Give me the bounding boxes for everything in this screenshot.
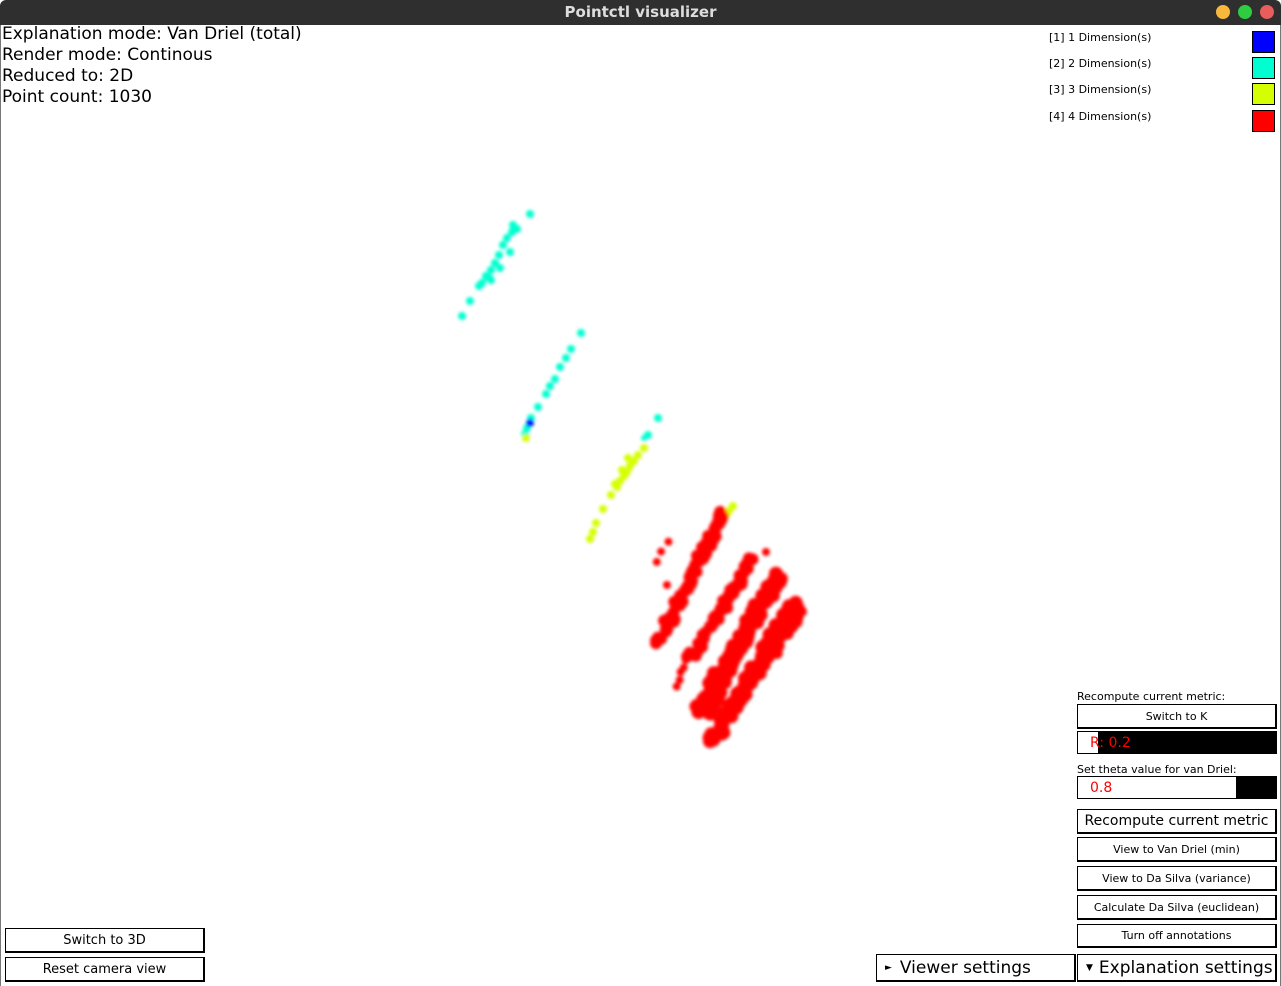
- scatter-point: [478, 279, 486, 287]
- legend-swatch-1: [1252, 31, 1275, 53]
- scatter-point: [526, 419, 534, 427]
- scatter-point: [607, 491, 615, 499]
- scatter-point: [551, 375, 559, 383]
- calculate-da-silva-button[interactable]: Calculate Da Silva (euclidean): [1077, 895, 1277, 920]
- r-value-input[interactable]: R: 0.2: [1077, 731, 1277, 754]
- scatter-point: [509, 221, 517, 229]
- legend-swatch-4: [1252, 110, 1275, 132]
- scatter-point: [681, 655, 690, 664]
- scatter-point: [542, 390, 550, 398]
- scatter-point: [586, 535, 594, 543]
- scatter-point: [499, 241, 507, 249]
- expanded-arrow-icon: ▼: [1086, 962, 1093, 973]
- scatter-point: [458, 312, 466, 320]
- theta-value-text: 0.8: [1090, 780, 1113, 796]
- scatter-point: [487, 266, 495, 274]
- scatter-point: [562, 354, 570, 362]
- switch-to-3d-button[interactable]: Switch to 3D: [5, 928, 205, 953]
- scatter-point: [663, 581, 671, 589]
- scatter-point: [654, 414, 662, 422]
- viewer-settings-label: Viewer settings: [899, 957, 1031, 978]
- explanation-settings-tab[interactable]: ▼ Explanation settings: [1077, 954, 1277, 982]
- scatter-point: [618, 466, 626, 474]
- scatter-point: [676, 668, 685, 676]
- scatter-point: [556, 363, 564, 371]
- turn-off-annotations-button[interactable]: Turn off annotations: [1077, 924, 1277, 948]
- scatter-point: [592, 519, 600, 527]
- reduced-to-text: Reduced to: 2D: [2, 66, 134, 86]
- scatter-point: [589, 528, 597, 536]
- scatter-point: [567, 345, 575, 353]
- r-value-text: R: 0.2: [1090, 735, 1131, 751]
- scatter-point: [664, 537, 673, 546]
- scatter-point: [726, 695, 738, 708]
- legend-swatch-3: [1252, 83, 1275, 105]
- scatter-point: [672, 682, 681, 691]
- legend-label-1: [1] 1 Dimension(s): [1049, 31, 1152, 44]
- scatter-point: [762, 548, 770, 556]
- legend-swatch-2: [1252, 57, 1275, 79]
- legend-label-3: [3] 3 Dimension(s): [1049, 83, 1152, 96]
- explanation-settings-label: Explanation settings: [1098, 957, 1273, 978]
- scatter-point: [599, 505, 607, 513]
- scatter-point: [466, 297, 474, 305]
- scatter-point: [534, 403, 542, 411]
- scatter-point: [496, 264, 504, 272]
- scatter-point: [640, 444, 648, 452]
- scatter-point: [526, 210, 534, 218]
- viewer-settings-tab[interactable]: ► Viewer settings: [876, 954, 1076, 982]
- scatter-point: [506, 248, 514, 256]
- scatter-point: [641, 435, 647, 441]
- recompute-metric-button[interactable]: Recompute current metric: [1077, 809, 1277, 834]
- recompute-label: Recompute current metric:: [1077, 690, 1226, 703]
- scatter-point: [799, 608, 807, 616]
- scatter-point: [657, 547, 666, 556]
- scatter-point: [706, 732, 721, 747]
- scatter-point: [695, 703, 710, 718]
- scatter-point: [495, 251, 503, 259]
- view-da-silva-button[interactable]: View to Da Silva (variance): [1077, 866, 1277, 891]
- scatter-point: [624, 454, 632, 462]
- switch-to-k-button[interactable]: Switch to K: [1077, 704, 1277, 729]
- theta-label: Set theta value for van Driel:: [1077, 763, 1237, 776]
- legend-label-2: [2] 2 Dimension(s): [1049, 57, 1152, 70]
- theta-value-input[interactable]: 0.8: [1077, 776, 1277, 799]
- scatter-point: [611, 480, 619, 488]
- scatter-point: [546, 382, 554, 390]
- scatter-point: [650, 635, 660, 645]
- view-van-driel-button[interactable]: View to Van Driel (min): [1077, 837, 1277, 862]
- scatter-point: [652, 557, 661, 566]
- reset-camera-button[interactable]: Reset camera view: [5, 957, 205, 982]
- explanation-mode-text: Explanation mode: Van Driel (total): [2, 24, 302, 44]
- legend-label-4: [4] 4 Dimension(s): [1049, 110, 1152, 123]
- scatter-point: [577, 329, 585, 337]
- scatter-point: [522, 434, 530, 442]
- point-count-text: Point count: 1030: [2, 87, 152, 107]
- collapsed-arrow-icon: ►: [885, 962, 892, 973]
- scatter-point: [485, 274, 493, 282]
- render-mode-text: Render mode: Continous: [2, 45, 213, 65]
